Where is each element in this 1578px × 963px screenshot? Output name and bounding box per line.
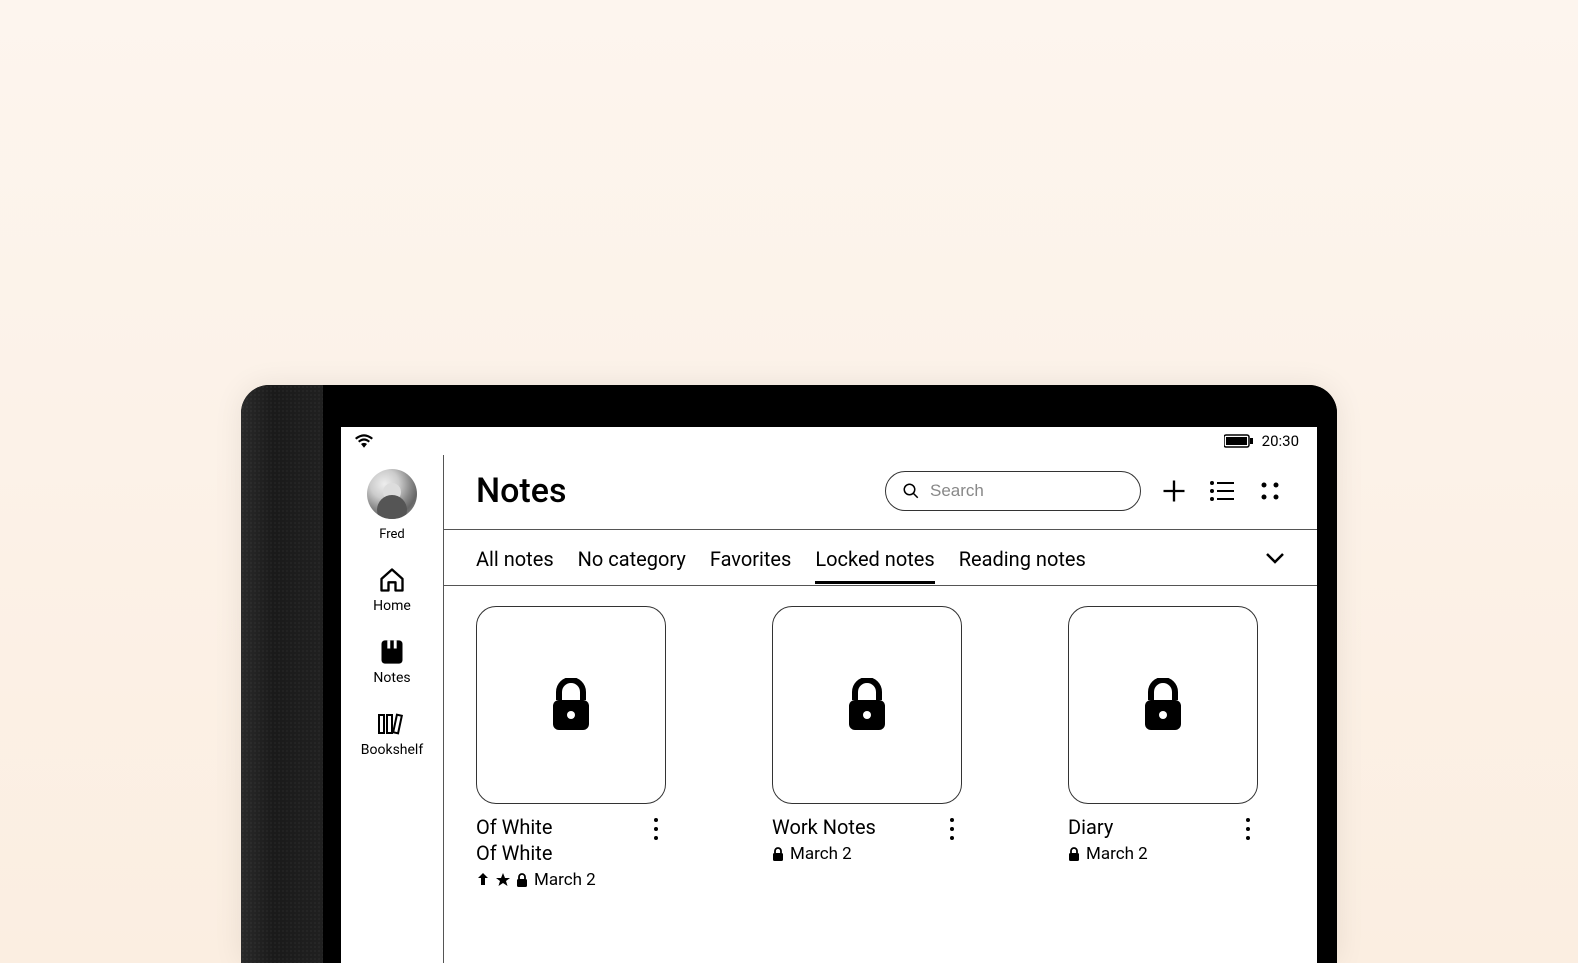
status-time: 20:30 <box>1262 432 1299 450</box>
sidebar-item-label: Notes <box>373 670 410 686</box>
add-button[interactable] <box>1159 476 1189 506</box>
battery-icon <box>1224 434 1254 448</box>
lock-icon <box>1141 678 1185 732</box>
note-thumbnail[interactable] <box>1068 606 1258 804</box>
tab-reading-notes[interactable]: Reading notes <box>959 533 1086 583</box>
note-title: Diary <box>1068 814 1113 840</box>
note-meta: March 2 <box>476 870 666 890</box>
search-input[interactable] <box>930 481 1124 501</box>
sidebar-item-bookshelf[interactable]: Bookshelf <box>361 710 423 758</box>
search-icon <box>902 482 920 500</box>
sidebar-item-label: Home <box>373 598 411 614</box>
tabs: All notes No category Favorites Locked n… <box>444 530 1317 586</box>
tabs-expand-button[interactable] <box>1265 552 1285 564</box>
note-menu-button[interactable] <box>646 814 666 840</box>
note-thumbnail[interactable] <box>476 606 666 804</box>
list-view-button[interactable] <box>1207 476 1237 506</box>
header: Notes <box>444 455 1317 530</box>
bookshelf-icon <box>377 710 407 738</box>
notes-grid: Of White Of White March 2 <box>444 586 1317 963</box>
sidebar-item-label: Bookshelf <box>361 742 423 758</box>
note-subtitle: Of White <box>476 840 552 866</box>
more-options-button[interactable] <box>1255 476 1285 506</box>
note-date: March 2 <box>790 844 852 864</box>
device-spine <box>241 385 323 963</box>
device-bezel <box>323 385 1337 427</box>
note-thumbnail[interactable] <box>772 606 962 804</box>
note-date: March 2 <box>534 870 596 890</box>
page-title: Notes <box>476 471 566 511</box>
sidebar-item-notes[interactable]: Notes <box>373 638 410 686</box>
lock-icon <box>549 678 593 732</box>
tab-locked-notes[interactable]: Locked notes <box>815 533 934 583</box>
note-menu-button[interactable] <box>942 814 962 840</box>
note-title: Work Notes <box>772 814 876 840</box>
sidebar: Fred Home Notes B <box>341 455 444 963</box>
note-date: March 2 <box>1086 844 1148 864</box>
lock-small-icon <box>516 873 528 887</box>
sidebar-item-home[interactable]: Home <box>373 566 411 614</box>
status-bar: 20:30 <box>341 427 1317 455</box>
avatar[interactable] <box>367 469 417 519</box>
tab-no-category[interactable]: No category <box>578 533 686 583</box>
main: Notes <box>444 455 1317 963</box>
tab-favorites[interactable]: Favorites <box>710 533 792 583</box>
search-field[interactable] <box>885 471 1141 511</box>
notes-icon <box>378 638 406 666</box>
note-menu-button[interactable] <box>1238 814 1258 840</box>
note-title: Of White <box>476 814 552 840</box>
home-icon <box>377 566 407 594</box>
content-area: Fred Home Notes B <box>341 455 1317 963</box>
tab-all-notes[interactable]: All notes <box>476 533 554 583</box>
sync-icon <box>476 873 490 887</box>
note-card[interactable]: Of White Of White March 2 <box>476 606 666 890</box>
star-icon <box>496 873 510 887</box>
note-card[interactable]: Work Notes March 2 <box>772 606 962 890</box>
note-card[interactable]: Diary March 2 <box>1068 606 1258 890</box>
note-meta: March 2 <box>772 844 962 864</box>
sidebar-user-name: Fred <box>379 527 405 542</box>
device-frame: 20:30 Fred Home Notes <box>241 385 1337 963</box>
lock-small-icon <box>772 847 784 861</box>
wifi-icon <box>355 434 373 448</box>
note-meta: March 2 <box>1068 844 1258 864</box>
screen: 20:30 Fred Home Notes <box>341 427 1317 963</box>
lock-icon <box>845 678 889 732</box>
lock-small-icon <box>1068 847 1080 861</box>
